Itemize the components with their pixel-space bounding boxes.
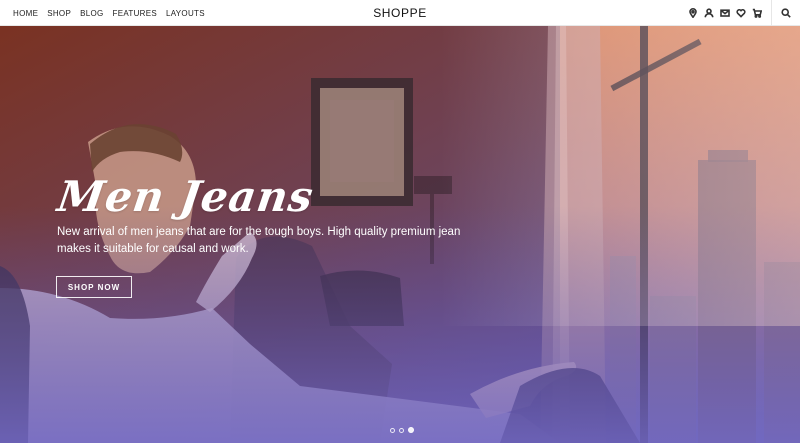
mail-icon[interactable] <box>717 5 733 21</box>
nav-link-shop[interactable]: SHOP <box>47 9 71 18</box>
hero-title: Men Jeans <box>54 172 317 221</box>
hero-slider: Men Jeans New arrival of men jeans that … <box>0 26 800 443</box>
heart-icon[interactable] <box>733 5 749 21</box>
nav-link-blog[interactable]: BLOG <box>80 9 103 18</box>
header-actions <box>685 0 794 26</box>
nav-link-layouts[interactable]: LAYOUTS <box>166 9 205 18</box>
slide-dot-2[interactable] <box>399 427 404 433</box>
slide-dot-1[interactable] <box>390 427 395 433</box>
cart-icon[interactable] <box>749 5 765 21</box>
nav-link-home[interactable]: HOME <box>13 9 38 18</box>
shop-now-button[interactable]: SHOP NOW <box>56 276 132 298</box>
slider-pagination <box>390 427 414 433</box>
main-menu: HOME SHOP BLOG FEATURES LAYOUTS <box>13 0 205 26</box>
top-navigation-bar: HOME SHOP BLOG FEATURES LAYOUTS SHOPPE <box>0 0 800 26</box>
search-icon[interactable] <box>778 5 794 21</box>
header-divider <box>771 0 772 26</box>
location-pin-icon[interactable] <box>685 5 701 21</box>
hero-description: New arrival of men jeans that are for th… <box>57 226 461 255</box>
nav-link-features[interactable]: FEATURES <box>113 9 157 18</box>
user-icon[interactable] <box>701 5 717 21</box>
slide-dot-3[interactable] <box>408 427 414 433</box>
